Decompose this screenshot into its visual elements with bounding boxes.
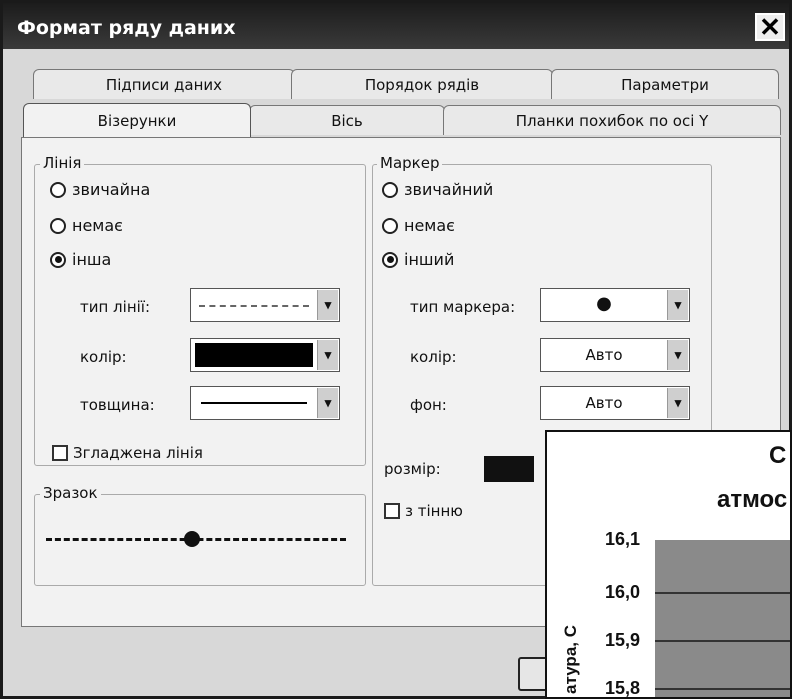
chart-plot-area	[655, 540, 790, 697]
tab-series-order[interactable]: Порядок рядів	[291, 69, 553, 99]
chevron-down-icon: ▾	[667, 340, 688, 370]
chart-title-line1: С	[769, 442, 787, 469]
dialog-title: Формат ряду даних	[17, 17, 236, 39]
marker-radio-none[interactable]: немає	[382, 216, 455, 235]
dashed-line-preview	[199, 305, 309, 307]
marker-bg-value: Авто	[585, 394, 623, 412]
y-tick-label: 16,1	[605, 529, 641, 549]
marker-type-select[interactable]: ● ▾	[540, 288, 690, 322]
checkbox-icon	[52, 445, 68, 461]
line-color-select[interactable]: ▾	[190, 338, 340, 372]
chart-overlay: С атмос 16,1 16,0 15,9 15,8 атура, С	[545, 430, 792, 699]
marker-dot-icon: ●	[596, 293, 612, 314]
line-group-label: Лінія	[40, 154, 85, 172]
line-radio-none[interactable]: немає	[50, 216, 123, 235]
marker-type-label: тип маркера:	[410, 298, 516, 316]
chevron-down-icon: ▾	[667, 388, 688, 418]
radio-icon	[382, 181, 398, 198]
y-axis-label: атура, С	[561, 625, 580, 694]
tab-axis[interactable]: Вісь	[249, 105, 445, 135]
title-bar: Формат ряду даних ✕	[3, 3, 789, 49]
checkbox-icon	[384, 503, 400, 519]
marker-radio-normal[interactable]: звичайний	[382, 180, 493, 199]
line-thickness-label: товщина:	[80, 396, 155, 414]
tab-y-error-bars[interactable]: Планки похибок по осі Y	[443, 105, 781, 135]
tab-patterns[interactable]: Візерунки	[23, 103, 251, 137]
y-tick-label: 15,9	[605, 630, 641, 650]
radio-icon	[50, 181, 66, 198]
radio-icon	[382, 217, 398, 234]
y-tick-label: 15,8	[605, 678, 641, 698]
marker-color-value: Авто	[585, 346, 623, 364]
radio-selected-icon	[382, 251, 398, 268]
smooth-line-checkbox[interactable]: Згладжена лінія	[52, 444, 203, 462]
marker-color-label: колір:	[410, 348, 457, 366]
chevron-down-icon: ▾	[667, 290, 688, 320]
tab-options[interactable]: Параметри	[551, 69, 779, 99]
gridline	[655, 688, 790, 690]
marker-bg-select[interactable]: Авто ▾	[540, 386, 690, 420]
y-tick-label: 16,0	[605, 582, 641, 602]
radio-selected-icon	[50, 251, 66, 268]
line-radio-normal[interactable]: звичайна	[50, 180, 150, 199]
line-type-label: тип лінії:	[80, 298, 151, 316]
chart-title-line2: атмос	[717, 486, 788, 513]
gridline	[655, 592, 790, 594]
marker-bg-label: фон:	[410, 396, 447, 414]
chevron-down-icon: ▾	[317, 340, 338, 370]
close-icon: ✕	[759, 11, 781, 42]
radio-icon	[50, 217, 66, 234]
tab-data-labels[interactable]: Підписи даних	[33, 69, 295, 99]
sample-marker-dot	[184, 531, 200, 547]
shadow-checkbox[interactable]: з тінню	[384, 502, 463, 520]
line-type-select[interactable]: ▾	[190, 288, 340, 322]
marker-color-select[interactable]: Авто ▾	[540, 338, 690, 372]
marker-radio-custom[interactable]: інший	[382, 250, 454, 269]
line-color-label: колір:	[80, 348, 127, 366]
chevron-down-icon: ▾	[317, 290, 338, 320]
close-button[interactable]: ✕	[755, 11, 785, 42]
line-radio-custom[interactable]: інша	[50, 250, 111, 269]
marker-size-label: розмір:	[384, 460, 441, 478]
line-thickness-select[interactable]: ▾	[190, 386, 340, 420]
gridline	[655, 640, 790, 642]
sample-label: Зразок	[40, 484, 101, 502]
marker-size-stepper[interactable]	[484, 456, 534, 482]
marker-group-label: Маркер	[377, 154, 443, 172]
solid-line-preview	[201, 402, 307, 404]
color-swatch	[195, 343, 313, 367]
chevron-down-icon: ▾	[317, 388, 338, 418]
